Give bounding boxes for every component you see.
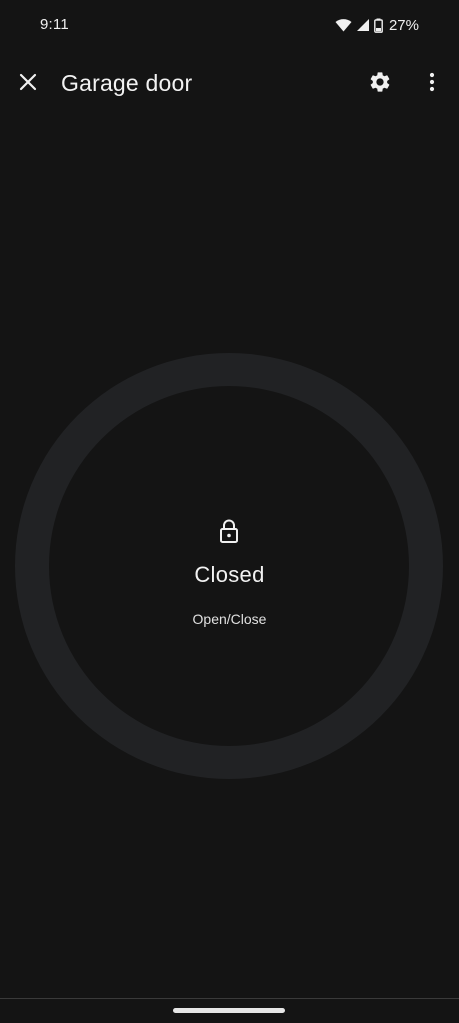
cell-signal-icon	[356, 18, 370, 32]
wifi-icon	[335, 18, 352, 32]
garage-door-screen: 9:11 27% Garage door Closed Open/Close	[0, 0, 459, 1023]
status-bar: 9:11 27%	[0, 0, 459, 52]
app-bar: Garage door	[0, 52, 459, 116]
status-time: 9:11	[40, 16, 69, 33]
home-indicator[interactable]	[173, 1008, 285, 1013]
gear-icon	[368, 70, 392, 99]
open-close-action-label: Open/Close	[192, 611, 267, 627]
door-state-label: Closed	[194, 562, 265, 587]
settings-button[interactable]	[360, 64, 400, 104]
more-options-button[interactable]	[414, 64, 450, 104]
battery-icon	[374, 18, 383, 33]
lock-icon	[217, 518, 241, 544]
bottom-divider	[0, 998, 459, 999]
page-title: Garage door	[61, 70, 193, 96]
close-button[interactable]	[8, 64, 48, 104]
close-icon	[19, 73, 37, 96]
more-vert-icon	[429, 72, 435, 97]
battery-percent: 27%	[388, 16, 419, 34]
status-icons: 27%	[335, 15, 419, 35]
